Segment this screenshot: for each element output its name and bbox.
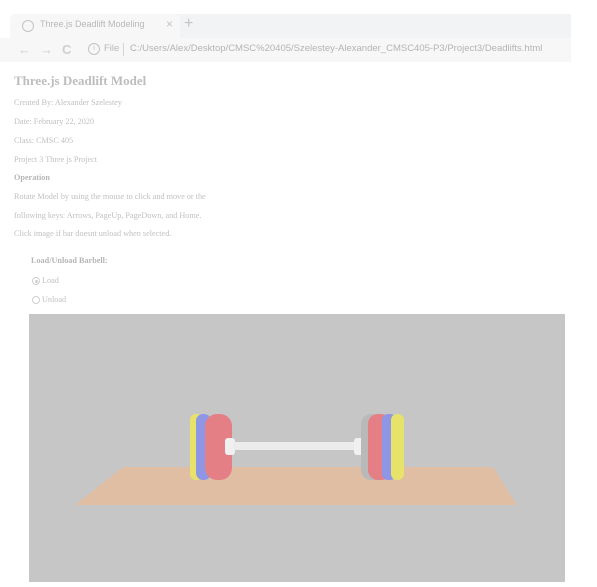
operation-text-line-2: following keys: Arrows, PageUp, PageDown… bbox=[14, 211, 202, 220]
tab-strip: Three.js Deadlift Modeling × + bbox=[0, 0, 597, 38]
tab-strip-background bbox=[173, 14, 571, 38]
tab-title: Three.js Deadlift Modeling bbox=[40, 19, 145, 29]
address-bar[interactable]: C:/Users/Alex/Desktop/CMSC%20405/Szelest… bbox=[130, 43, 542, 54]
barbell-bar bbox=[233, 442, 367, 450]
project-text: Project 3 Three js Project bbox=[14, 155, 98, 164]
new-tab-icon[interactable]: + bbox=[184, 15, 193, 33]
globe-icon bbox=[22, 20, 34, 32]
reload-icon[interactable]: C bbox=[62, 42, 71, 57]
operation-text-line-3: Click image if bar doesnt unload when se… bbox=[14, 229, 172, 238]
browser-toolbar: ← → C i File C:/Users/Alex/Desktop/CMSC%… bbox=[0, 38, 571, 62]
load-radio-label: Load bbox=[42, 276, 59, 285]
barbell-radio-group-label: Load/Unload Barbell: bbox=[31, 256, 108, 265]
deadlift-scene bbox=[75, 414, 517, 505]
load-radio-button[interactable] bbox=[32, 277, 40, 285]
info-icon[interactable]: i bbox=[88, 43, 100, 55]
close-tab-icon[interactable]: × bbox=[166, 17, 173, 31]
right-plate-yellow bbox=[391, 414, 404, 480]
unload-radio[interactable]: Unload bbox=[32, 295, 92, 307]
load-radio[interactable]: Load bbox=[32, 276, 92, 288]
operation-text-line-1: Rotate Model by using the mouse to click… bbox=[14, 192, 206, 201]
threejs-canvas[interactable] bbox=[29, 314, 565, 582]
created-by-text: Created By: Alexander Szelestey bbox=[14, 98, 122, 107]
date-text: Date: February 22, 2020 bbox=[14, 117, 95, 126]
url-scheme-label: File bbox=[104, 43, 120, 54]
back-icon[interactable]: ← bbox=[18, 42, 31, 57]
forward-icon[interactable]: → bbox=[40, 42, 53, 57]
unload-radio-button[interactable] bbox=[32, 296, 40, 304]
platform bbox=[75, 467, 517, 505]
unload-radio-label: Unload bbox=[42, 295, 67, 304]
url-divider bbox=[123, 43, 124, 56]
class-text: Class: CMSC 405 bbox=[14, 136, 74, 145]
operation-heading: Operation bbox=[14, 173, 50, 182]
page-title: Three.js Deadlift Model bbox=[14, 73, 147, 88]
browser-tab[interactable]: Three.js Deadlift Modeling × bbox=[10, 14, 180, 38]
